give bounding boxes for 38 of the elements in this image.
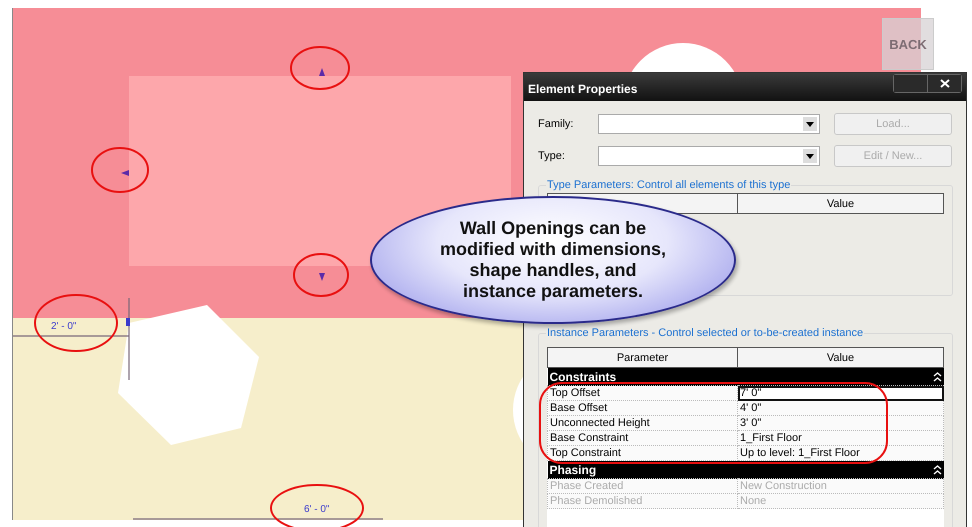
- parameter-name: Top Constraint: [548, 446, 738, 460]
- column-header: Value: [738, 194, 944, 214]
- field-label: Type:: [538, 150, 566, 162]
- group-legend: Instance Parameters - Control selected or to-be-created instance: [546, 327, 864, 339]
- window-title: Element Properties: [528, 82, 638, 96]
- collapse-icon[interactable]: [932, 372, 942, 382]
- callout-text: Wall Openings can be modified with dimensions, shape handles, and instance parameters.: [438, 218, 667, 302]
- group-legend: Type Parameters: Control all elements of this type: [546, 179, 792, 191]
- column-header: Parameter: [548, 348, 738, 368]
- parameter-value[interactable]: Up to level: 1_First Floor: [738, 446, 944, 460]
- parameter-name: Top Offset: [548, 386, 738, 400]
- annotation-ellipse: [91, 147, 149, 193]
- parameter-name: Unconnected Height: [548, 416, 738, 430]
- parameter-value[interactable]: 1_First Floor: [738, 430, 944, 446]
- parameter-name: Phase Demolished: [548, 494, 738, 508]
- annotation-ellipse: [293, 253, 349, 297]
- shape-handle-icon[interactable]: [319, 273, 325, 281]
- collapse-icon[interactable]: [932, 464, 942, 474]
- field-label: Family:: [538, 118, 574, 130]
- parameter-value[interactable]: 4' 0": [738, 400, 944, 416]
- group-name: Phasing: [550, 462, 596, 476]
- parameter-name: Base Offset: [548, 400, 738, 416]
- parameter-name: Base Constraint: [548, 430, 738, 446]
- value-field[interactable]: 7' 0": [738, 386, 944, 400]
- close-icon: [940, 79, 950, 88]
- grip-icon[interactable]: [126, 318, 130, 326]
- column-header: Value: [738, 348, 944, 368]
- annotation-ellipse: [290, 46, 350, 90]
- close-button[interactable]: [927, 75, 961, 92]
- dimension-label[interactable]: 6' - 0": [304, 504, 330, 516]
- shape-handle-icon[interactable]: [121, 170, 129, 176]
- group-name: Constraints: [550, 370, 616, 384]
- dropdown-field[interactable]: [598, 114, 820, 134]
- dropdown-field[interactable]: [598, 146, 820, 166]
- parameter-name: Phase Created: [548, 478, 738, 494]
- parameter-value[interactable]: 3' 0": [738, 416, 944, 430]
- dimension-label[interactable]: 2' - 0": [51, 321, 76, 333]
- shape-handle-icon[interactable]: [319, 68, 325, 76]
